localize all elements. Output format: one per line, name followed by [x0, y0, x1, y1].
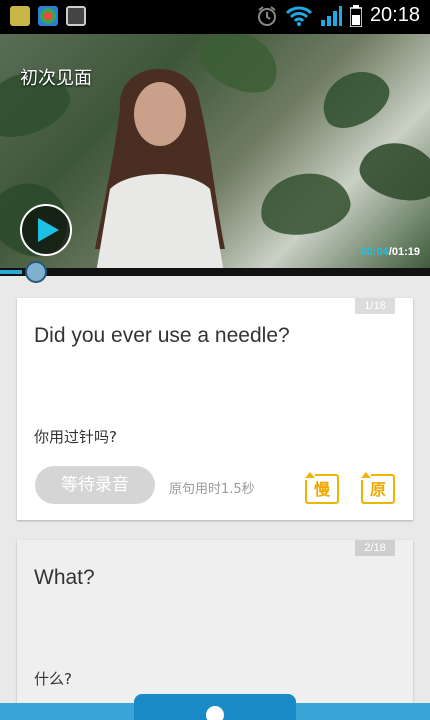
- video-frame-foliage: [354, 134, 430, 209]
- sentence-counter: 2/18: [355, 540, 395, 556]
- original-duration: 原句用时1.5秒: [169, 482, 255, 497]
- status-bar: 20:18: [0, 0, 430, 34]
- status-time: 20:18: [369, 4, 420, 26]
- original-label: 原: [369, 480, 386, 499]
- video-progress-bar[interactable]: [0, 261, 430, 283]
- battery-icon: [349, 4, 362, 27]
- video-frame-foliage: [255, 166, 355, 242]
- play-icon: [38, 218, 59, 242]
- sentence-counter: 1/18: [355, 298, 395, 314]
- sentence-card[interactable]: 2/18 What? 什么?: [17, 540, 413, 720]
- wifi-icon: [285, 6, 312, 26]
- video-time: 00:04/01:19: [360, 246, 420, 258]
- english-sentence: What?: [34, 566, 95, 589]
- sentence-card[interactable]: 1/18 Did you ever use a needle? 你用过针吗? 等…: [17, 298, 413, 520]
- system-icons: 20:18: [256, 4, 420, 27]
- slow-label: 慢: [313, 480, 330, 499]
- progress-knob[interactable]: [25, 261, 47, 283]
- original-play-button[interactable]: 原: [361, 472, 395, 504]
- app-notification-icon: [10, 6, 30, 26]
- chinese-translation: 什么?: [34, 670, 72, 688]
- handle-icon: [206, 706, 224, 720]
- replay-arrow-icon: [361, 472, 371, 480]
- total-time: 01:19: [391, 246, 420, 258]
- flower-app-icon: [38, 6, 58, 26]
- progress-fill: [0, 270, 22, 274]
- english-sentence: Did you ever use a needle?: [34, 324, 290, 347]
- video-frame-foliage: [312, 59, 398, 139]
- play-button[interactable]: [20, 204, 72, 256]
- current-time: 00:04: [360, 246, 389, 258]
- record-button[interactable]: 等待录音: [35, 466, 155, 504]
- image-icon: [66, 6, 86, 26]
- replay-arrow-icon: [305, 472, 315, 480]
- video-frame-person: [95, 68, 225, 270]
- signal-icon: [320, 5, 342, 26]
- slow-play-button[interactable]: 慢: [305, 472, 339, 504]
- video-title: 初次见面: [20, 68, 92, 89]
- video-player[interactable]: 初次见面 00:04/01:19: [0, 34, 430, 270]
- alarm-icon: [257, 5, 276, 26]
- bottom-handle-button[interactable]: [134, 694, 296, 720]
- chinese-translation: 你用过针吗?: [34, 428, 117, 446]
- notification-icons: [10, 6, 86, 26]
